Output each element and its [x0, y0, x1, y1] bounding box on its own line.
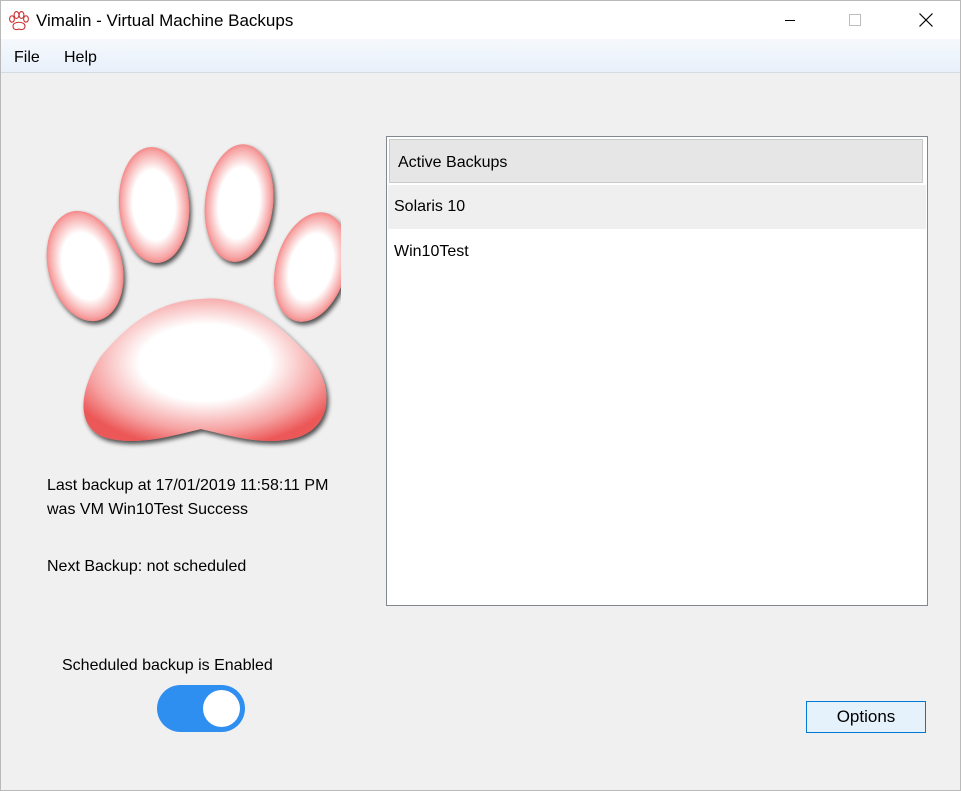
- last-backup-text: Last backup at 17/01/2019 11:58:11 PM: [47, 477, 329, 494]
- paw-icon: [9, 11, 29, 31]
- close-button[interactable]: [903, 1, 949, 39]
- menu-help[interactable]: Help: [64, 48, 97, 68]
- list-item-label: Solaris 10: [394, 198, 466, 215]
- list-header-label: Active Backups: [398, 154, 508, 171]
- scheduled-backup-label: Scheduled backup is Enabled: [62, 657, 273, 674]
- main-window: Vimalin - Virtual Machine Backups File H…: [0, 0, 961, 791]
- paw-logo: [46, 144, 341, 441]
- maximize-button[interactable]: [832, 1, 878, 39]
- list-item-label: Win10Test: [394, 243, 469, 260]
- window-title: Vimalin - Virtual Machine Backups: [36, 11, 294, 30]
- options-button[interactable]: Options: [806, 701, 926, 733]
- title-bar[interactable]: Vimalin - Virtual Machine Backups: [1, 1, 960, 39]
- toggle-knob: [203, 690, 240, 727]
- menu-file[interactable]: File: [14, 48, 40, 68]
- list-item[interactable]: Win10Test: [388, 230, 926, 274]
- list-item[interactable]: Solaris 10: [388, 185, 926, 229]
- menu-bar: File Help: [1, 39, 960, 73]
- minimize-button[interactable]: [767, 1, 813, 39]
- list-header[interactable]: Active Backups: [389, 139, 923, 183]
- next-backup-text: Next Backup: not scheduled: [47, 558, 247, 575]
- close-icon: [919, 13, 933, 27]
- minimize-icon: [785, 20, 795, 21]
- last-backup-result-text: was VM Win10Test Success: [47, 501, 248, 518]
- scheduled-backup-toggle[interactable]: [157, 685, 245, 732]
- active-backups-list[interactable]: Active Backups Solaris 10 Win10Test: [386, 136, 928, 606]
- maximize-icon: [849, 14, 861, 26]
